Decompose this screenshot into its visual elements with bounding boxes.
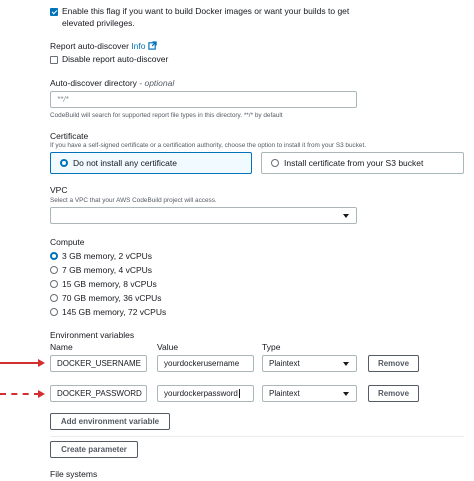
caret-down-icon (343, 362, 349, 366)
env-col-value: Value (157, 342, 179, 352)
privileged-label-line2: elevated privileges. (62, 18, 135, 28)
auto-discover-dir-input[interactable]: **/* (50, 91, 357, 108)
certificate-label: Certificate (50, 131, 89, 141)
cert-option-none-label: Do not install any certificate (73, 158, 177, 168)
compute-option-radio[interactable] (50, 280, 58, 288)
env-vars-label: Environment variables (50, 330, 135, 340)
compute-option-label: 15 GB memory, 8 vCPUs (62, 279, 157, 289)
compute-option-radio[interactable] (50, 266, 58, 274)
privileged-label-line1: Enable this flag if you want to build Do… (62, 6, 350, 16)
env-name-input[interactable]: DOCKER_PASSWORD (50, 385, 147, 402)
disable-report-auto-discover-checkbox[interactable] (50, 56, 58, 64)
env-type-select[interactable]: Plaintext (262, 385, 357, 402)
env-type-select[interactable]: Plaintext (262, 355, 357, 372)
text-cursor (238, 389, 240, 398)
env-col-name: Name (50, 342, 73, 352)
vpc-select[interactable] (50, 207, 357, 224)
env-value-input[interactable]: yourdockerusername (157, 355, 254, 372)
env-col-type: Type (262, 342, 281, 352)
vpc-label: VPC (50, 185, 68, 195)
certificate-hint: If you have a self-signed certificate or… (50, 142, 367, 149)
remove-button[interactable]: Remove (368, 385, 419, 402)
caret-down-icon (343, 214, 349, 218)
privileged-checkbox[interactable] (50, 8, 58, 16)
env-name-input[interactable]: DOCKER_USERNAME (50, 355, 147, 372)
cert-option-none[interactable]: Do not install any certificate (50, 152, 252, 174)
compute-option-radio[interactable] (50, 294, 58, 302)
remove-button[interactable]: Remove (368, 355, 419, 372)
info-link[interactable]: Info (131, 41, 145, 51)
cert-option-s3[interactable]: Install certificate from your S3 bucket (261, 152, 464, 174)
compute-option-label: 7 GB memory, 4 vCPUs (62, 265, 153, 275)
auto-discover-dir-hint: CodeBuild will search for supported repo… (50, 112, 283, 119)
vpc-hint: Select a VPC that your AWS CodeBuild pro… (50, 197, 217, 204)
external-link-icon[interactable] (148, 41, 157, 50)
compute-option-radio[interactable] (50, 308, 58, 316)
section-divider (50, 436, 464, 437)
disable-report-auto-discover-label: Disable report auto-discover (62, 54, 169, 64)
compute-option-label: 3 GB memory, 2 vCPUs (62, 251, 153, 261)
create-parameter-button[interactable]: Create parameter (50, 441, 138, 458)
report-auto-discover-title: Report auto-discover Info (50, 41, 157, 51)
compute-option-radio[interactable] (50, 252, 58, 260)
caret-down-icon (343, 392, 349, 396)
cert-option-none-radio[interactable] (60, 159, 68, 167)
env-value-input[interactable]: yourdockerpassword (157, 385, 254, 402)
compute-option-label: 70 GB memory, 36 vCPUs (62, 293, 162, 303)
auto-discover-dir-label: Auto-discover directory - optional (50, 78, 175, 88)
cert-option-s3-radio[interactable] (271, 159, 279, 167)
compute-option-label: 145 GB memory, 72 vCPUs (62, 307, 167, 317)
cert-option-s3-label: Install certificate from your S3 bucket (284, 158, 424, 168)
add-environment-variable-button[interactable]: Add environment variable (50, 413, 170, 430)
file-systems-label: File systems (50, 469, 98, 479)
compute-label: Compute (50, 237, 85, 247)
